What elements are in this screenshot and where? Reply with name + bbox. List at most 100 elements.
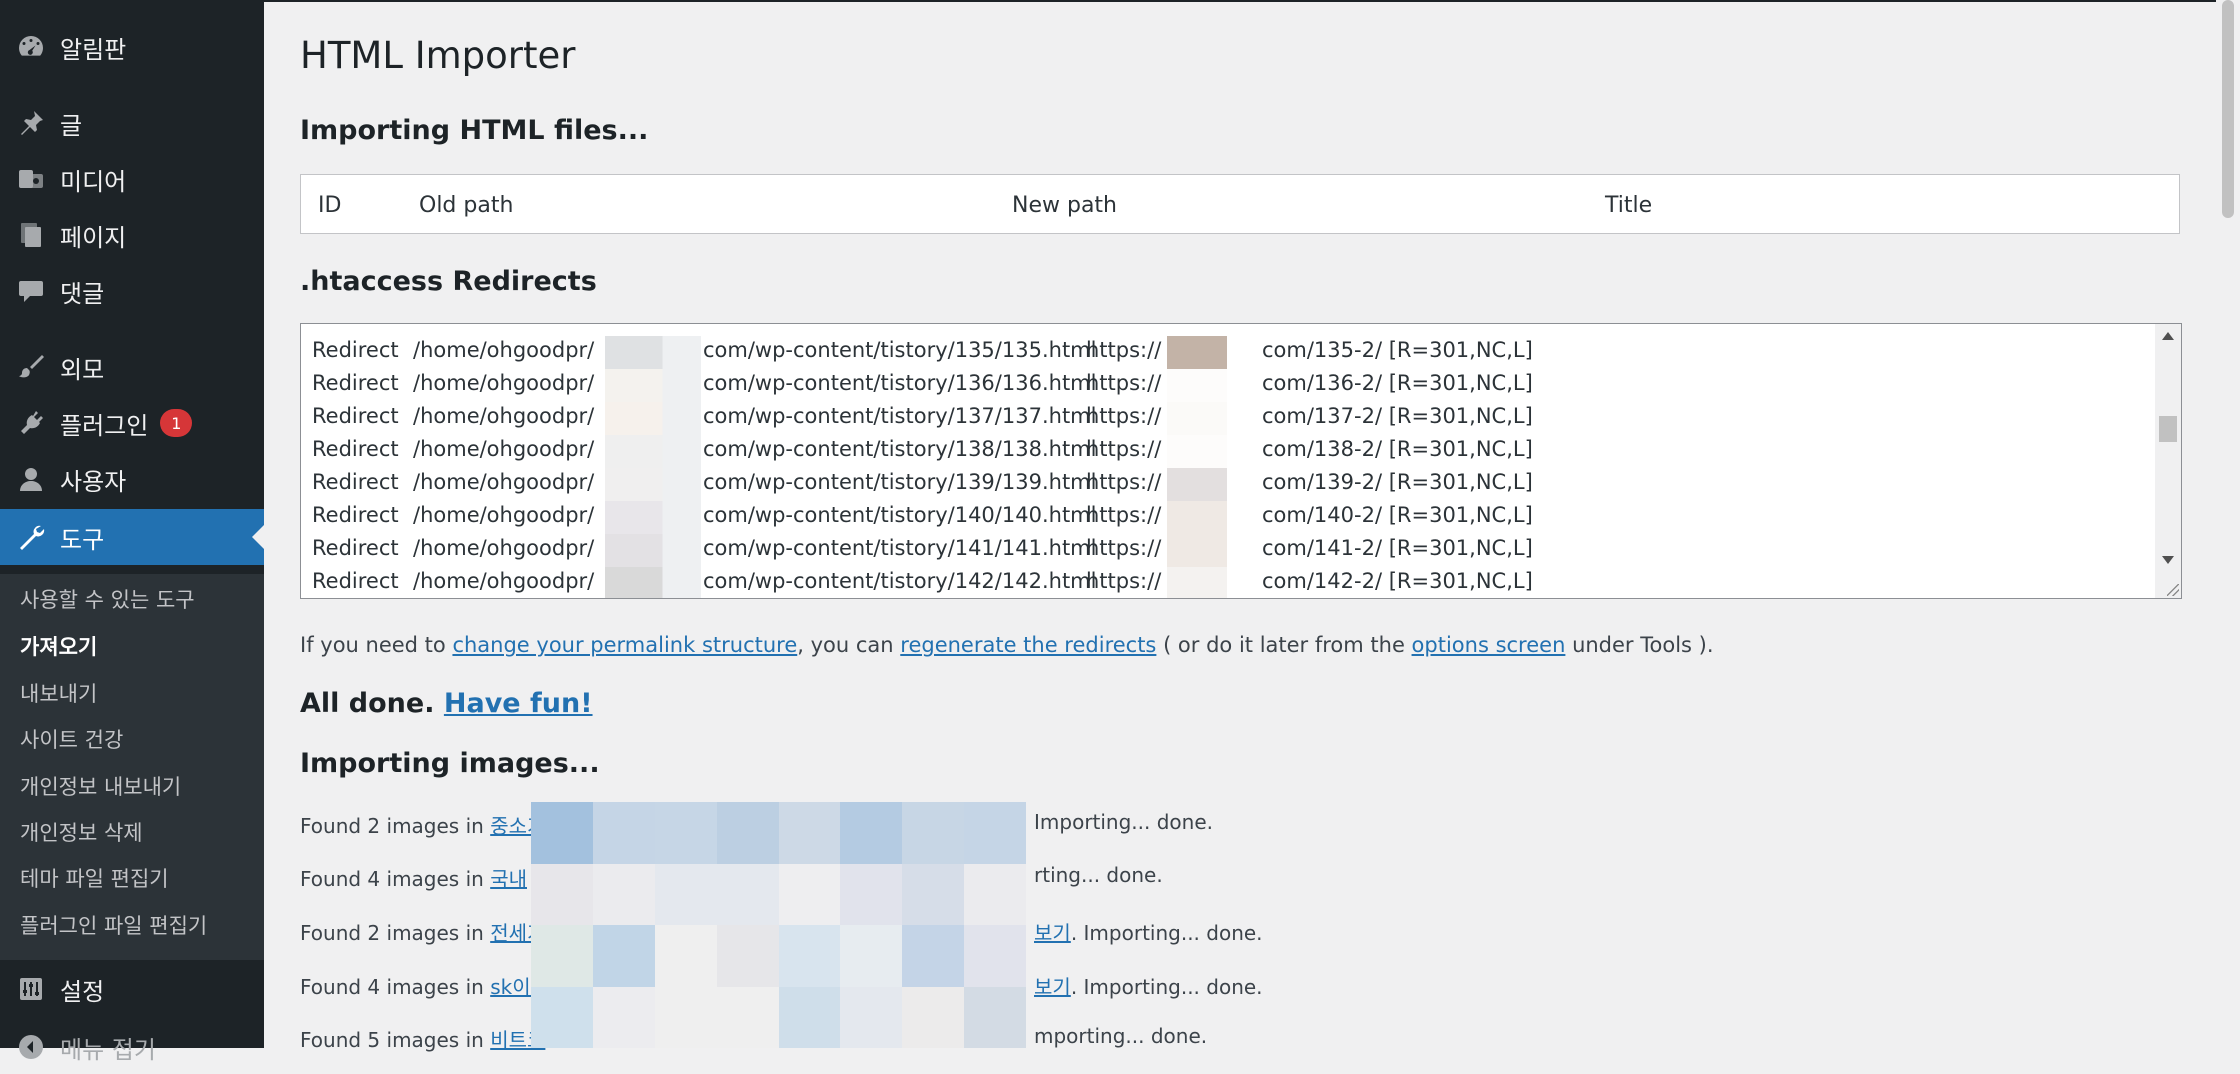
page-scrollbar-thumb[interactable] <box>2222 0 2234 218</box>
old-path-end: com/wp-content/tistory/142/142.html <box>703 569 1097 593</box>
sidebar-item-settings[interactable]: 설정 <box>0 962 264 1016</box>
new-url-start: https:// <box>1086 404 1162 428</box>
redacted-pixel <box>1167 369 1227 402</box>
image-import-status: rting... done. <box>1034 863 1163 887</box>
comment-icon <box>14 274 48 308</box>
sidebar-item-label: 페이지 <box>60 223 127 252</box>
sidebar-item-label: 설정 <box>60 977 105 1006</box>
sidebar-item-media[interactable]: 미디어 <box>0 152 264 206</box>
redirect-command: Redirect <box>312 371 399 395</box>
view-link[interactable]: 보기 <box>1034 975 1071 999</box>
submenu-plugin-file-editor[interactable]: 플러그인 파일 편집기 <box>20 910 207 940</box>
redirect-command: Redirect <box>312 437 399 461</box>
image-import-line: Found 2 images in 중소기 <box>300 810 545 839</box>
sidebar-item-dashboard[interactable]: 알림판 <box>0 20 264 74</box>
post-link[interactable]: 국내 <box>490 867 527 891</box>
view-link[interactable]: 보기 <box>1034 921 1071 945</box>
new-url-start: https:// <box>1086 371 1162 395</box>
sidebar-item-label: 도구 <box>60 525 105 554</box>
sidebar-item-plugins[interactable]: 플러그인 1 <box>0 396 264 450</box>
textarea-scrollbar[interactable] <box>2155 324 2181 598</box>
change-permalink-link[interactable]: change your permalink structure <box>452 633 797 657</box>
redacted-pixel <box>1167 501 1227 534</box>
submenu-export-personal-data[interactable]: 개인정보 내보내기 <box>20 771 181 801</box>
old-path-start: /home/ohgoodpr/ <box>413 371 595 395</box>
sidebar-item-label: 미디어 <box>60 167 127 196</box>
importing-images-heading: Importing images... <box>300 748 600 779</box>
redirect-command: Redirect <box>312 470 399 494</box>
blur-tile <box>964 802 1026 864</box>
sidebar-item-label: 메뉴 접기 <box>60 1035 156 1064</box>
options-screen-link[interactable]: options screen <box>1412 633 1566 657</box>
new-url-start: https:// <box>1086 437 1162 461</box>
brush-icon <box>14 350 48 384</box>
image-import-line: Found 2 images in 전세기 <box>300 917 545 946</box>
blur-tile <box>531 986 593 1048</box>
submenu-theme-file-editor[interactable]: 테마 파일 편집기 <box>20 863 169 893</box>
redacted-pixel <box>1167 336 1227 369</box>
redacted-pixel <box>1167 468 1227 501</box>
new-url-start: https:// <box>1086 470 1162 494</box>
blur-tile <box>654 802 717 864</box>
blur-tile <box>592 925 655 987</box>
sidebar-item-appearance[interactable]: 외모 <box>0 340 264 394</box>
old-path-start: /home/ohgoodpr/ <box>413 503 595 527</box>
user-icon <box>14 462 48 496</box>
new-url-end: com/136-2/ [R=301,NC,L] <box>1262 371 1533 395</box>
blur-tile <box>840 863 903 925</box>
blur-tile <box>964 863 1026 925</box>
image-import-line: Found 4 images in 국내 <box>300 863 527 892</box>
page-scrollbar[interactable] <box>2216 0 2240 1048</box>
line-text: Found 4 images in <box>300 867 491 891</box>
submenu-erase-personal-data[interactable]: 개인정보 삭제 <box>20 817 143 847</box>
new-url-start: https:// <box>1086 536 1162 560</box>
redirect-command: Redirect <box>312 404 399 428</box>
new-url-end: com/135-2/ [R=301,NC,L] <box>1262 338 1533 362</box>
new-url-end: com/140-2/ [R=301,NC,L] <box>1262 503 1533 527</box>
submenu-site-health[interactable]: 사이트 건강 <box>20 724 123 754</box>
new-url-end: com/137-2/ [R=301,NC,L] <box>1262 404 1533 428</box>
submenu-export[interactable]: 내보내기 <box>20 678 97 708</box>
column-header-old-path: Old path <box>419 193 514 218</box>
sidebar-item-pages[interactable]: 페이지 <box>0 208 264 262</box>
old-path-end: com/wp-content/tistory/137/137.html <box>703 404 1097 428</box>
new-url-end: com/141-2/ [R=301,NC,L] <box>1262 536 1533 560</box>
update-count-badge: 1 <box>160 409 193 437</box>
collapse-menu-button[interactable]: 메뉴 접기 <box>0 1020 264 1074</box>
plugin-icon <box>14 406 48 440</box>
sidebar-item-label: 글 <box>60 111 83 140</box>
blur-tile <box>654 863 717 925</box>
sidebar-item-users[interactable]: 사용자 <box>0 452 264 506</box>
htaccess-redirects-textarea[interactable]: Redirect/home/ohgoodpr/com/wp-content/ti… <box>300 323 2182 599</box>
blur-tile <box>716 802 779 864</box>
redacted-pixel <box>605 336 701 369</box>
have-fun-link[interactable]: Have fun! <box>444 688 593 719</box>
submenu-available-tools[interactable]: 사용할 수 있는 도구 <box>20 584 195 614</box>
sidebar-item-posts[interactable]: 글 <box>0 96 264 150</box>
redacted-pixel <box>605 501 701 534</box>
line-text: Found 2 images in <box>300 814 491 838</box>
regenerate-redirects-link[interactable]: regenerate the redirects <box>900 633 1156 657</box>
old-path-start: /home/ohgoodpr/ <box>413 569 595 593</box>
redirect-command: Redirect <box>312 536 399 560</box>
blur-tile <box>902 802 965 864</box>
scrollbar-thumb[interactable] <box>2159 416 2177 442</box>
blur-tile <box>902 863 965 925</box>
blur-tile <box>840 986 903 1048</box>
sidebar-item-tools[interactable]: 도구 <box>0 509 264 565</box>
wrench-icon <box>14 520 48 554</box>
scroll-up-arrow[interactable] <box>2162 332 2174 340</box>
resize-handle[interactable] <box>2167 584 2179 596</box>
new-url-start: https:// <box>1086 503 1162 527</box>
admin-sidebar: 알림판 글 미디어 페이지 댓글 외모 플러그인 1 사용자 도구 사용할 수 … <box>0 0 264 1064</box>
scroll-down-arrow[interactable] <box>2162 556 2174 564</box>
sidebar-item-label: 댓글 <box>60 279 105 308</box>
page-title: HTML Importer <box>300 34 576 77</box>
new-url-end: com/139-2/ [R=301,NC,L] <box>1262 470 1533 494</box>
sidebar-item-label: 사용자 <box>60 467 127 496</box>
old-path-start: /home/ohgoodpr/ <box>413 470 595 494</box>
redacted-pixel <box>605 402 701 435</box>
blur-tile <box>592 863 655 925</box>
submenu-import[interactable]: 가져오기 <box>20 631 97 661</box>
sidebar-item-comments[interactable]: 댓글 <box>0 264 264 318</box>
